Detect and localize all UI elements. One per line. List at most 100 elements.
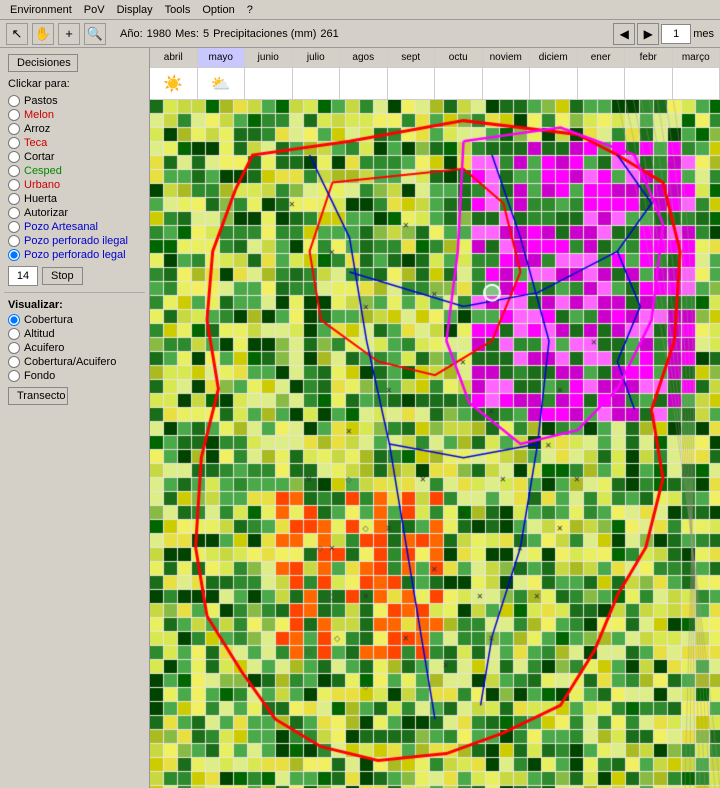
radio-autorizar-input[interactable] — [8, 207, 20, 219]
radio-fondo[interactable]: Fondo — [0, 369, 149, 383]
radio-pozo-artesanal-input[interactable] — [8, 221, 20, 233]
mes-unit-label: mes — [693, 28, 714, 40]
month-junio[interactable]: junio — [245, 48, 293, 67]
radio-huerta-input[interactable] — [8, 193, 20, 205]
radio-cortar-label: Cortar — [24, 151, 55, 163]
radio-pozo-legal[interactable]: Pozo perforado legal — [0, 248, 149, 262]
radio-pozo-ilegal[interactable]: Pozo perforado ilegal — [0, 234, 149, 248]
cursor-tool[interactable]: ↖ — [6, 23, 28, 45]
radio-fondo-label: Fondo — [24, 370, 55, 382]
radio-pastos[interactable]: Pastos — [0, 94, 149, 108]
radio-urbano-input[interactable] — [8, 179, 20, 191]
month-marco[interactable]: março — [673, 48, 720, 67]
radio-pastos-input[interactable] — [8, 95, 20, 107]
radio-pozo-ilegal-input[interactable] — [8, 235, 20, 247]
radio-teca-label: Teca — [24, 137, 47, 149]
radio-autorizar-label: Autorizar — [24, 207, 68, 219]
menu-environment[interactable]: Environment — [4, 2, 78, 18]
radio-cobertura-acuifero-input[interactable] — [8, 356, 20, 368]
nav-forward-button[interactable]: ▶ — [637, 23, 659, 45]
nav-controls: ◀ ▶ mes — [613, 23, 714, 45]
radio-autorizar[interactable]: Autorizar — [0, 206, 149, 220]
radio-pozo-legal-label: Pozo perforado legal — [24, 249, 126, 261]
stop-button[interactable]: Stop — [42, 267, 83, 285]
radio-cesped-label: Cesped — [24, 165, 62, 177]
month-octu[interactable]: octu — [435, 48, 483, 67]
radio-melon[interactable]: Melon — [0, 108, 149, 122]
zoom-tool[interactable]: 🔍 — [84, 23, 106, 45]
month-strip: abril mayo junio julio agos sept octu no… — [150, 48, 720, 68]
month-ener[interactable]: ener — [578, 48, 626, 67]
divider-1 — [4, 292, 145, 293]
map-canvas[interactable] — [150, 100, 720, 788]
radio-cobertura-input[interactable] — [8, 314, 20, 326]
weather-ener — [578, 68, 626, 99]
bottom-controls: Stop — [0, 262, 149, 290]
menu-pov[interactable]: PoV — [78, 2, 111, 18]
menu-help[interactable]: ? — [241, 2, 259, 18]
year-value: 1980 — [147, 28, 171, 40]
weather-noviem — [483, 68, 531, 99]
click-label: Clickar para: — [0, 76, 149, 94]
radio-huerta[interactable]: Huerta — [0, 192, 149, 206]
radio-melon-input[interactable] — [8, 109, 20, 121]
radio-altitud[interactable]: Altitud — [0, 327, 149, 341]
month-mayo[interactable]: mayo — [198, 48, 246, 67]
month-julio[interactable]: julio — [293, 48, 341, 67]
nav-step-input[interactable] — [661, 24, 691, 44]
radio-cesped-input[interactable] — [8, 165, 20, 177]
menu-display[interactable]: Display — [111, 2, 159, 18]
menubar: Environment PoV Display Tools Option ? — [0, 0, 720, 20]
radio-fondo-input[interactable] — [8, 370, 20, 382]
radio-teca[interactable]: Teca — [0, 136, 149, 150]
decisions-button[interactable]: Decisiones — [8, 54, 78, 72]
precip-label: Precipitaciones (mm) — [213, 28, 316, 40]
weather-agos — [340, 68, 388, 99]
radio-teca-input[interactable] — [8, 137, 20, 149]
radio-urbano[interactable]: Urbano — [0, 178, 149, 192]
month-noviem[interactable]: noviem — [483, 48, 531, 67]
month-sept[interactable]: sept — [388, 48, 436, 67]
transecto-button[interactable]: Transecto — [8, 387, 68, 405]
year-info: Año: 1980 Mes: 5 Precipitaciones (mm) 26… — [120, 28, 339, 40]
radio-urbano-label: Urbano — [24, 179, 60, 191]
month-febr[interactable]: febr — [625, 48, 673, 67]
radio-cesped[interactable]: Cesped — [0, 164, 149, 178]
radio-pastos-label: Pastos — [24, 95, 58, 107]
radio-cortar[interactable]: Cortar — [0, 150, 149, 164]
weather-julio — [293, 68, 341, 99]
radio-altitud-input[interactable] — [8, 328, 20, 340]
radio-acuifero-input[interactable] — [8, 342, 20, 354]
radio-cortar-input[interactable] — [8, 151, 20, 163]
radio-cobertura[interactable]: Cobertura — [0, 313, 149, 327]
month-agos[interactable]: agos — [340, 48, 388, 67]
step-input[interactable] — [8, 266, 38, 286]
radio-cobertura-label: Cobertura — [24, 314, 73, 326]
radio-altitud-label: Altitud — [24, 328, 55, 340]
radio-pozo-artesanal[interactable]: Pozo Artesanal — [0, 220, 149, 234]
radio-arroz[interactable]: Arroz — [0, 122, 149, 136]
weather-octu — [435, 68, 483, 99]
radio-melon-label: Melon — [24, 109, 54, 121]
hand-tool[interactable]: ✋ — [32, 23, 54, 45]
menu-option[interactable]: Option — [196, 2, 240, 18]
radio-arroz-input[interactable] — [8, 123, 20, 135]
radio-pozo-ilegal-label: Pozo perforado ilegal — [24, 235, 128, 247]
mes-value: 5 — [203, 28, 209, 40]
radio-acuifero[interactable]: Acuifero — [0, 341, 149, 355]
month-abril[interactable]: abril — [150, 48, 198, 67]
month-diciem[interactable]: diciem — [530, 48, 578, 67]
radio-cobertura-acuifero[interactable]: Cobertura/Acuifero — [0, 355, 149, 369]
weather-sept — [388, 68, 436, 99]
menu-tools[interactable]: Tools — [159, 2, 197, 18]
toolbar: ↖ ✋ + 🔍 Año: 1980 Mes: 5 Precipitaciones… — [0, 20, 720, 48]
radio-cobertura-acuifero-label: Cobertura/Acuifero — [24, 356, 116, 368]
radio-huerta-label: Huerta — [24, 193, 57, 205]
weather-mayo: ⛅ — [198, 68, 246, 99]
radio-pozo-legal-input[interactable] — [8, 249, 20, 261]
map-canvas-element[interactable] — [150, 100, 720, 788]
radio-pozo-artesanal-label: Pozo Artesanal — [24, 221, 98, 233]
add-tool[interactable]: + — [58, 23, 80, 45]
nav-back-button[interactable]: ◀ — [613, 23, 635, 45]
left-panel: Decisiones Clickar para: Pastos Melon Ar… — [0, 48, 150, 788]
